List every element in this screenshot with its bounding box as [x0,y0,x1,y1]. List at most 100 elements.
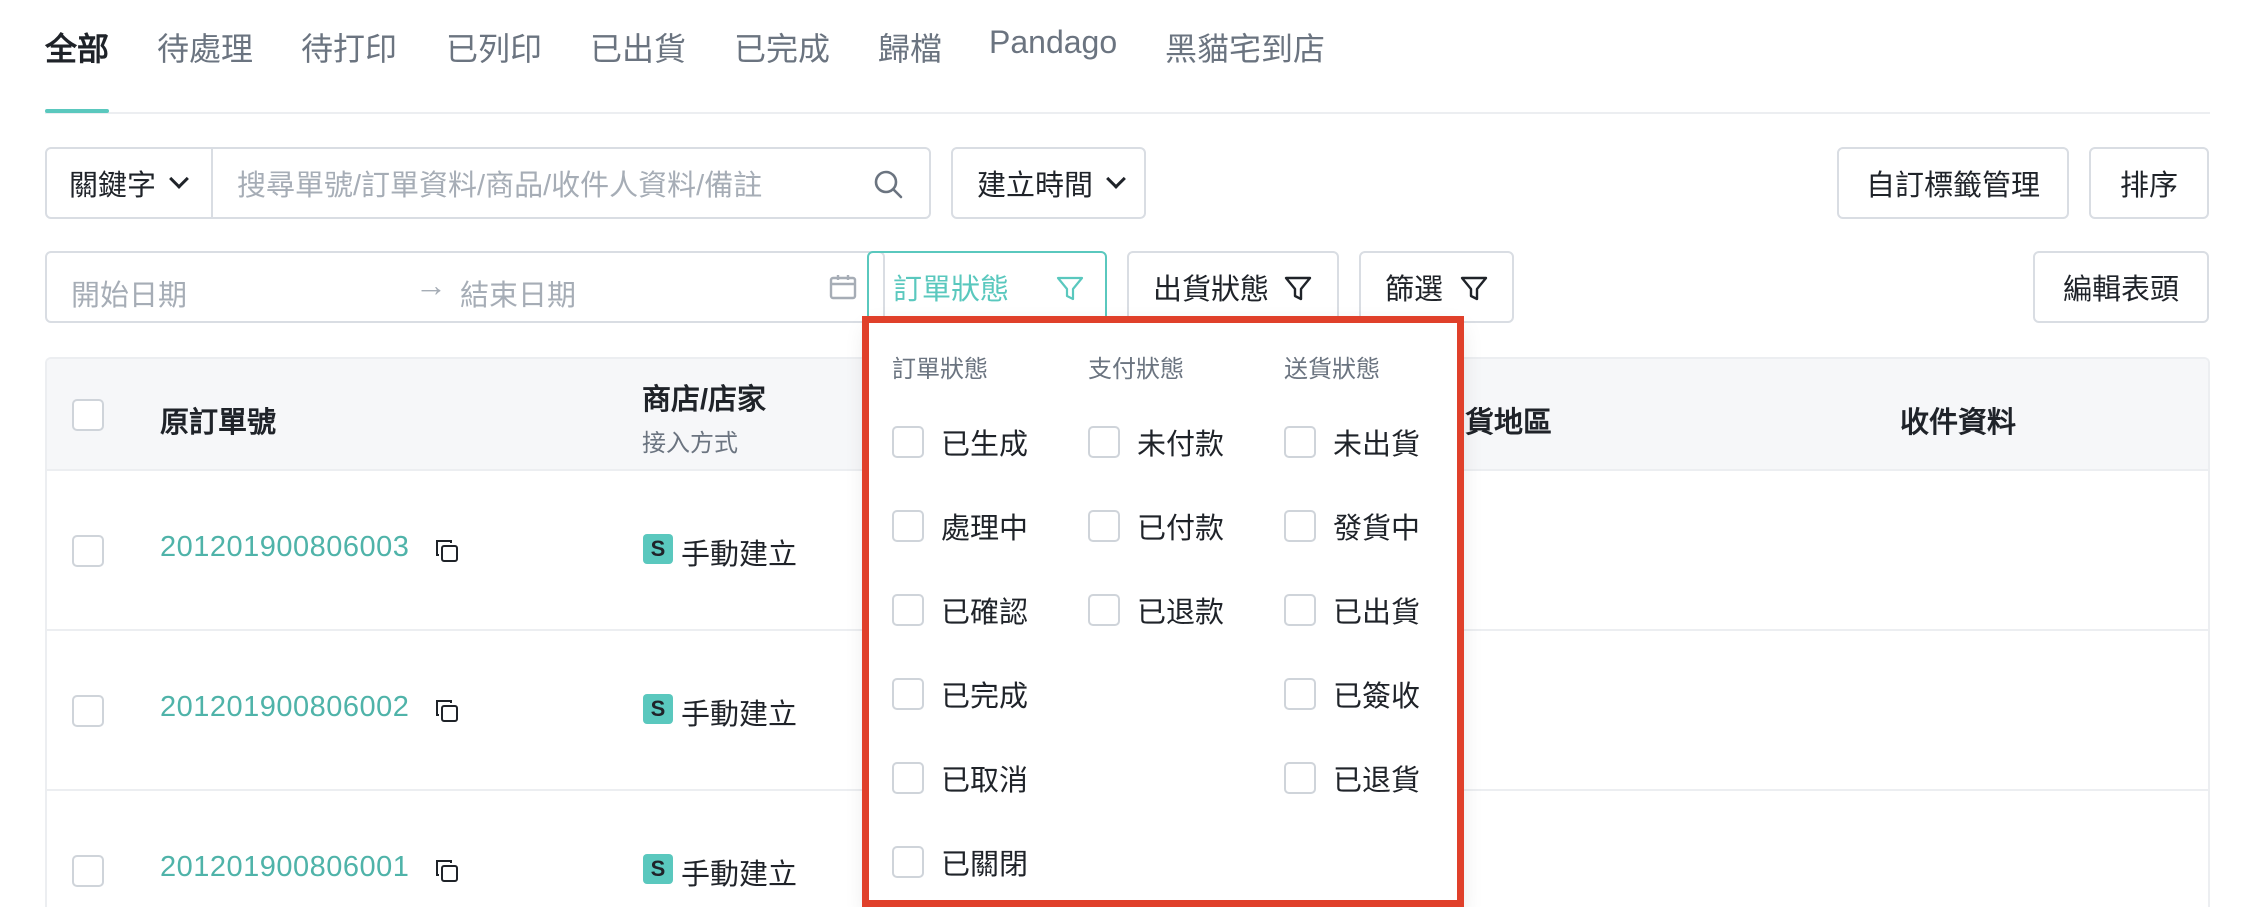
shipping-status-filter-label: 出貨狀態 [1153,274,1270,306]
checkbox[interactable] [1284,426,1316,458]
option-label: 已退貨 [1333,765,1421,797]
option-label: 未付款 [1137,429,1225,461]
checkbox[interactable] [892,846,924,878]
option-not-shipped[interactable]: 未出貨 [1284,422,1420,462]
tab-all[interactable]: 全部 [45,24,109,70]
checkbox[interactable] [1088,426,1120,458]
sort-button[interactable]: 排序 [2089,147,2209,219]
select-all-checkbox[interactable] [72,399,104,431]
tab-pending[interactable]: 待處理 [157,24,253,70]
option-returned[interactable]: 已退貨 [1284,758,1420,798]
tab-shipped[interactable]: 已出貨 [590,24,686,70]
option-refunded[interactable]: 已退款 [1088,590,1224,630]
custom-tags-button[interactable]: 自訂標籤管理 [1837,147,2069,219]
header-order-no: 原訂單號 [160,407,277,439]
checkbox[interactable] [892,762,924,794]
option-unpaid[interactable]: 未付款 [1088,422,1224,462]
access-method: 手動建立 [681,539,798,571]
store-badge: S [643,694,673,724]
checkbox[interactable] [1284,678,1316,710]
option-label: 處理中 [941,513,1029,545]
tab-completed[interactable]: 已完成 [734,24,830,70]
option-confirmed[interactable]: 已確認 [892,590,1028,630]
option-label: 已關閉 [941,849,1029,881]
option-shipped[interactable]: 已出貨 [1284,590,1420,630]
copy-icon[interactable] [434,698,460,724]
filter-icon [1284,276,1312,301]
option-signed[interactable]: 已簽收 [1284,674,1420,714]
option-label: 已確認 [941,597,1029,629]
order-status-heading: 訂單狀態 [892,356,988,383]
store-badge: S [643,854,673,884]
general-filter[interactable]: 篩選 [1359,251,1514,323]
option-label: 未出貨 [1333,429,1421,461]
row-checkbox[interactable] [72,855,104,887]
option-completed[interactable]: 已完成 [892,674,1028,714]
checkbox[interactable] [892,594,924,626]
option-processing[interactable]: 處理中 [892,506,1028,546]
checkbox[interactable] [892,510,924,542]
status-tabs: 全部 待處理 待打印 已列印 已出貨 已完成 歸檔 Pandago 黑貓宅到店 [45,0,2210,114]
keyword-select-label: 關鍵字 [69,170,157,202]
option-label: 已退款 [1137,597,1225,629]
copy-icon[interactable] [434,858,460,884]
chevron-down-icon [1106,169,1126,189]
option-label: 已取消 [941,765,1029,797]
checkbox[interactable] [1284,510,1316,542]
order-number-link[interactable]: 201201900806001 [160,851,409,884]
checkbox[interactable] [1284,762,1316,794]
row-checkbox[interactable] [72,695,104,727]
option-label: 已出貨 [1333,597,1421,629]
option-closed[interactable]: 已關閉 [892,842,1028,882]
search-input[interactable]: 搜尋單號/訂單資料/商品/收件人資料/備註 [211,147,931,219]
tab-printed[interactable]: 已列印 [446,24,542,70]
filter-icon [1460,276,1488,301]
option-dispatching[interactable]: 發貨中 [1284,506,1420,546]
option-paid[interactable]: 已付款 [1088,506,1224,546]
header-store-sub: 接入方式 [642,430,738,457]
order-number-link[interactable]: 201201900806003 [160,531,409,564]
keyword-select[interactable]: 關鍵字 [45,147,213,219]
store-badge: S [643,534,673,564]
access-method: 手動建立 [681,699,798,731]
checkbox[interactable] [1088,594,1120,626]
tab-to-print[interactable]: 待打印 [301,24,397,70]
search-placeholder: 搜尋單號/訂單資料/商品/收件人資料/備註 [237,170,763,202]
option-label: 已完成 [941,681,1029,713]
option-cancelled[interactable]: 已取消 [892,758,1028,798]
chevron-down-icon [169,169,189,189]
access-method: 手動建立 [681,859,798,891]
option-label: 已生成 [941,429,1029,461]
payment-status-heading: 支付狀態 [1088,356,1184,383]
option-label: 已付款 [1137,513,1225,545]
copy-icon[interactable] [434,538,460,564]
header-recipient: 收件資料 [1900,407,2017,439]
order-status-filter-label: 訂單狀態 [893,274,1010,306]
tab-archived[interactable]: 歸檔 [878,24,942,70]
order-number-link[interactable]: 201201900806002 [160,691,409,724]
date-range-picker[interactable]: 開始日期 → 結束日期 [45,251,885,323]
search-icon[interactable] [873,169,903,199]
row-checkbox[interactable] [72,535,104,567]
end-date-placeholder: 結束日期 [460,280,577,312]
checkbox[interactable] [892,426,924,458]
time-select-label: 建立時間 [977,170,1094,202]
order-status-filter[interactable]: 訂單狀態 [867,251,1107,323]
option-generated[interactable]: 已生成 [892,422,1028,462]
checkbox[interactable] [1284,594,1316,626]
general-filter-label: 篩選 [1385,274,1444,306]
checkbox[interactable] [1088,510,1120,542]
start-date-placeholder: 開始日期 [71,280,188,312]
calendar-icon [829,275,857,300]
arrow-right-icon: → [415,267,447,303]
edit-header-button[interactable]: 編輯表頭 [2033,251,2209,323]
order-status-dropdown: 訂單狀態 支付狀態 送貨狀態 已生成 處理中 已確認 已完成 已取消 已關閉 未… [868,322,1460,907]
header-region: 貨地區 [1465,407,1553,439]
tab-pandago[interactable]: Pandago [989,24,1117,61]
time-select[interactable]: 建立時間 [951,147,1146,219]
tab-black-cat[interactable]: 黑貓宅到店 [1165,24,1325,70]
shipping-status-filter[interactable]: 出貨狀態 [1127,251,1339,323]
option-label: 發貨中 [1333,513,1421,545]
header-store: 商店/店家 [642,384,767,416]
checkbox[interactable] [892,678,924,710]
